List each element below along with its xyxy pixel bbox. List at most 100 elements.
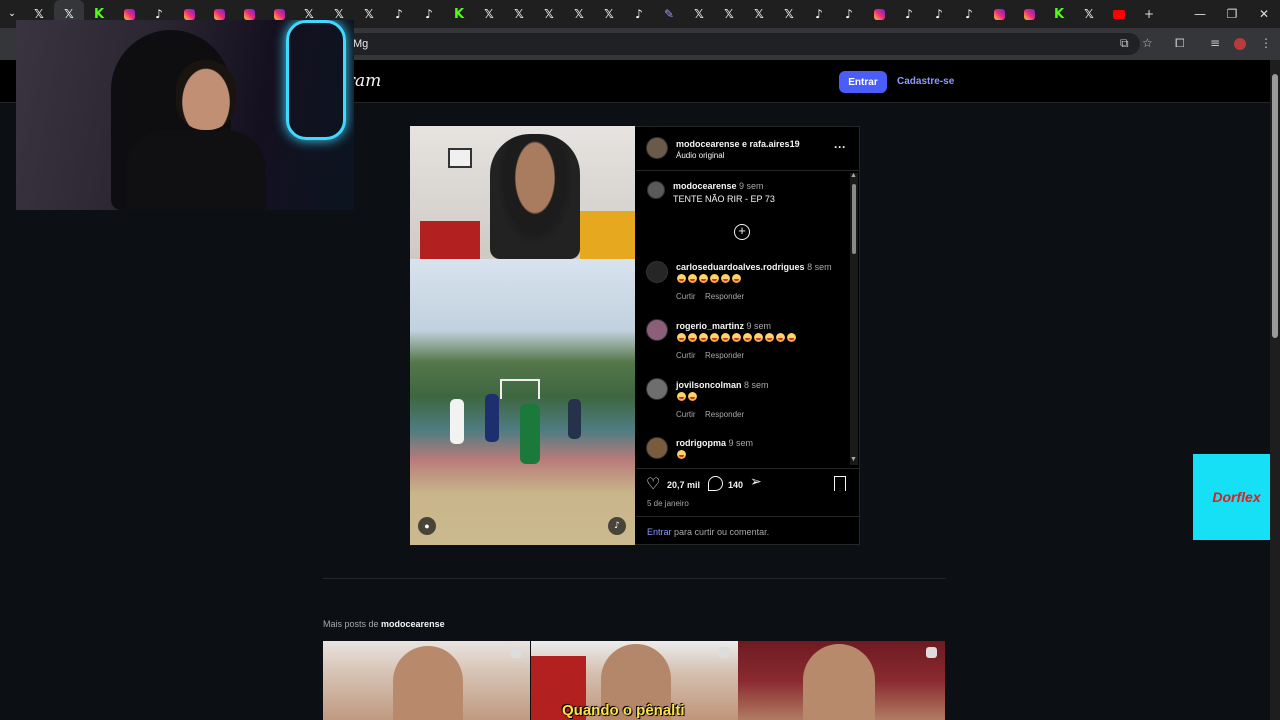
browser-tab[interactable]: 𝕏 xyxy=(744,0,774,28)
post-video[interactable]: ● ♪ xyxy=(410,126,635,545)
reply-comment-link[interactable]: Responder xyxy=(705,351,744,360)
browser-tab[interactable]: 𝕏 xyxy=(474,0,504,28)
window-controls: — ❐ ✕ xyxy=(1184,0,1280,28)
x-favicon-icon: 𝕏 xyxy=(334,7,344,21)
reel-icon xyxy=(926,647,937,658)
minimize-button[interactable]: — xyxy=(1184,7,1216,21)
more-posts-user-link[interactable]: modocearense xyxy=(381,619,445,629)
browser-tab[interactable]: 𝕏 xyxy=(564,0,594,28)
avatar[interactable] xyxy=(646,437,668,459)
browser-tab[interactable]: K xyxy=(1044,0,1074,28)
comment-author[interactable]: jovilsoncolman 8 sem xyxy=(676,380,769,390)
reel-icon xyxy=(719,647,730,658)
browser-tab[interactable] xyxy=(864,0,894,28)
login-prompt-link[interactable]: Entrar xyxy=(647,527,672,537)
avatar[interactable] xyxy=(646,261,668,283)
scroll-up-arrow-icon[interactable]: ▲ xyxy=(850,172,857,179)
scroll-down-arrow-icon[interactable]: ▼ xyxy=(850,456,857,463)
browser-tab[interactable]: ♪ xyxy=(624,0,654,28)
x-favicon-icon: 𝕏 xyxy=(304,7,314,21)
browser-tab[interactable]: ♪ xyxy=(894,0,924,28)
tiktok-favicon-icon: ♪ xyxy=(155,7,163,21)
comment-bubble-icon[interactable] xyxy=(708,476,723,491)
tiktok-favicon-icon: ♪ xyxy=(395,7,403,21)
like-comment-link[interactable]: Curtir xyxy=(676,410,696,419)
comment-time: 8 sem xyxy=(807,262,832,272)
restore-button[interactable]: ❐ xyxy=(1216,7,1248,21)
browser-tab[interactable]: ♪ xyxy=(954,0,984,28)
browser-tab[interactable]: 𝕏 xyxy=(594,0,624,28)
person-thumbnail-image xyxy=(393,646,463,720)
new-tab-button[interactable]: + xyxy=(1134,0,1164,28)
avatar[interactable] xyxy=(646,378,668,400)
audio-link[interactable]: Áudio original xyxy=(676,151,724,160)
caption-author[interactable]: modocearense 9 sem xyxy=(673,181,764,191)
browser-tab[interactable]: K xyxy=(444,0,474,28)
volume-icon[interactable]: ♪ xyxy=(608,517,626,535)
tiktok-favicon-icon: ♪ xyxy=(815,7,823,21)
login-prompt-text: para curtir ou comentar. xyxy=(674,527,770,537)
browser-tab[interactable]: ✎ xyxy=(654,0,684,28)
reply-comment-link[interactable]: Responder xyxy=(705,292,744,301)
avatar[interactable] xyxy=(647,181,665,199)
page-scroll-thumb[interactable] xyxy=(1272,74,1278,338)
comment-emojis xyxy=(677,450,686,459)
browser-tab[interactable]: ♪ xyxy=(414,0,444,28)
more-posts-heading: Mais posts de modocearense xyxy=(323,619,445,629)
x-favicon-icon: 𝕏 xyxy=(34,7,44,21)
like-heart-icon[interactable]: ♡ xyxy=(646,474,660,493)
chevron-down-icon: ⌄ xyxy=(8,9,16,19)
extensions-icon[interactable]: ⧠ xyxy=(1175,36,1185,51)
browser-tab[interactable]: ♪ xyxy=(804,0,834,28)
profile-avatar-icon[interactable] xyxy=(1234,38,1246,50)
bookmark-star-icon[interactable]: ☆ xyxy=(1142,36,1153,50)
browser-tab[interactable] xyxy=(984,0,1014,28)
feather-favicon-icon: ✎ xyxy=(663,7,675,21)
like-comment-link[interactable]: Curtir xyxy=(676,292,696,301)
ad-banner[interactable]: Dorflex xyxy=(1193,454,1280,540)
like-comment-link[interactable]: Curtir xyxy=(676,351,696,360)
share-icon[interactable]: ➢ xyxy=(750,474,762,490)
browser-tab[interactable]: 𝕏 xyxy=(504,0,534,28)
x-favicon-icon: 𝕏 xyxy=(574,7,584,21)
x-favicon-icon: 𝕏 xyxy=(64,7,74,21)
browser-tab[interactable]: 𝕏 xyxy=(774,0,804,28)
save-bookmark-icon[interactable] xyxy=(834,476,846,491)
browser-tab[interactable]: 𝕏 xyxy=(534,0,564,28)
media-control-icon[interactable]: ≡ xyxy=(1210,36,1220,50)
laughing-emoji-icon xyxy=(677,333,686,342)
close-window-button[interactable]: ✕ xyxy=(1248,7,1280,21)
browser-tab[interactable]: 𝕏 xyxy=(1074,0,1104,28)
comment-author[interactable]: rogerio_martinz 9 sem xyxy=(676,321,771,331)
browser-tab[interactable] xyxy=(1014,0,1044,28)
login-button[interactable]: Entrar xyxy=(839,71,887,93)
load-more-comments-icon[interactable]: + xyxy=(734,224,750,240)
address-bar[interactable] xyxy=(340,33,1140,55)
browser-tab[interactable]: 𝕏 xyxy=(354,0,384,28)
comments-scroll-thumb[interactable] xyxy=(852,184,856,254)
browser-tab[interactable]: ♪ xyxy=(834,0,864,28)
browser-tab[interactable]: 𝕏 xyxy=(714,0,744,28)
signup-link[interactable]: Cadastre-se xyxy=(897,76,954,87)
browser-tab[interactable]: 𝕏 xyxy=(684,0,714,28)
install-app-icon[interactable]: ⧉ xyxy=(1120,36,1129,51)
browser-menu-icon[interactable]: ⋮ xyxy=(1260,36,1272,50)
like-count[interactable]: 20,7 mil xyxy=(667,480,700,490)
x-favicon-icon: 𝕏 xyxy=(484,7,494,21)
browser-tab[interactable] xyxy=(1104,0,1134,28)
more-options-icon[interactable]: ··· xyxy=(834,140,846,154)
comment-author[interactable]: rodrigopma 9 sem xyxy=(676,438,753,448)
more-post-thumbnail[interactable] xyxy=(738,641,945,720)
reply-comment-link[interactable]: Responder xyxy=(705,410,744,419)
browser-tab[interactable]: ♪ xyxy=(924,0,954,28)
browser-tab[interactable]: ♪ xyxy=(384,0,414,28)
avatar[interactable] xyxy=(646,319,668,341)
post-author-names[interactable]: modocearense e rafa.aires19 xyxy=(676,139,800,149)
section-divider xyxy=(323,578,946,579)
streamer-shirt-image xyxy=(126,130,266,210)
more-post-thumbnail[interactable] xyxy=(323,641,530,720)
comment-author[interactable]: carloseduardoalves.rodrigues 8 sem xyxy=(676,262,832,272)
tagged-user-icon[interactable]: ● xyxy=(418,517,436,535)
avatar[interactable] xyxy=(646,137,668,159)
comment-count[interactable]: 140 xyxy=(728,480,743,490)
